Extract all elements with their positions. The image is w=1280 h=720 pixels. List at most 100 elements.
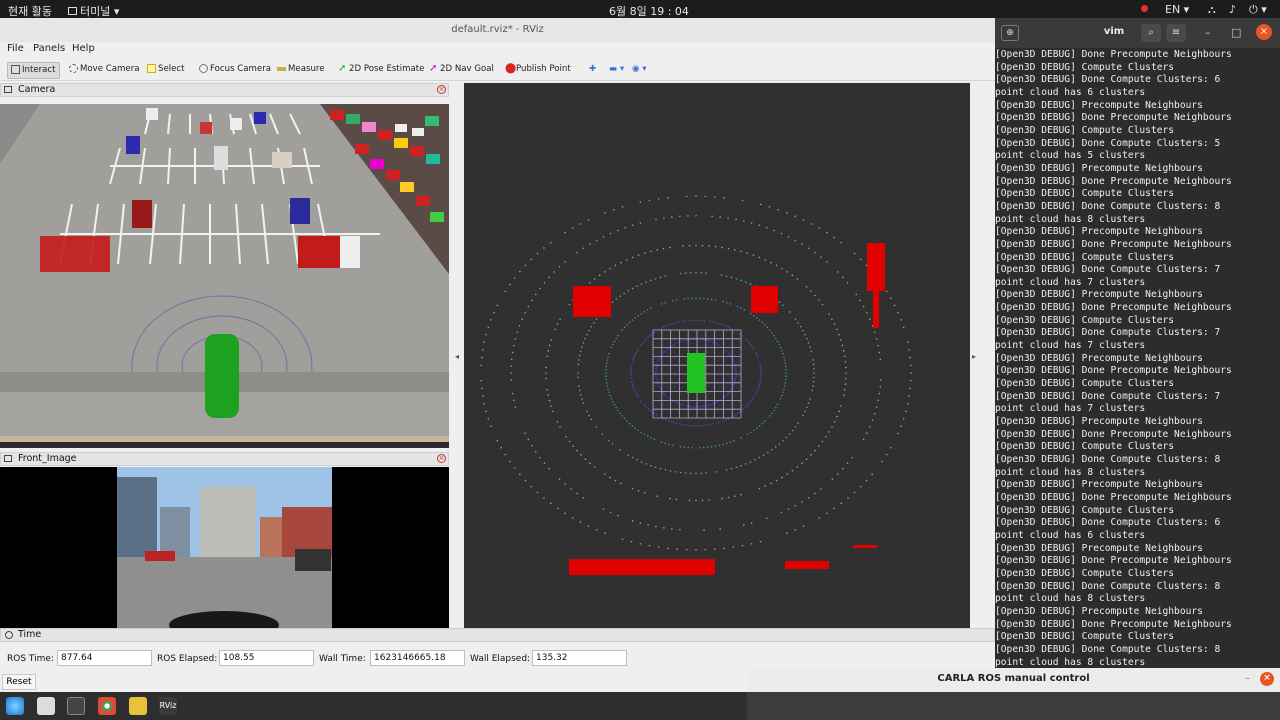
focus-camera-tool[interactable]: Focus Camera [196, 62, 274, 79]
ros-elapsed-field[interactable]: 108.55 [219, 650, 314, 666]
clock[interactable]: 6월 8일 19 : 04 [609, 3, 689, 19]
language-indicator[interactable]: EN ▾ [1165, 3, 1189, 16]
volume-icon[interactable]: ♪ [1229, 3, 1236, 16]
lidar-point [897, 433, 899, 435]
menu-file[interactable]: File [7, 43, 24, 54]
lidar-point [711, 446, 713, 448]
files-icon[interactable] [37, 697, 55, 715]
lidar-point [649, 200, 651, 202]
lidar-point [847, 497, 849, 499]
lidar-point [894, 305, 896, 307]
remove-tool-icon[interactable]: ▬ ▾ [606, 62, 627, 79]
terminal-line: [Open3D DEBUG] Done Compute Clusters: 6 [995, 517, 1280, 530]
close-icon[interactable]: × [1256, 24, 1272, 40]
lidar-point [725, 395, 727, 397]
terminal-line: [Open3D DEBUG] Compute Clusters [995, 252, 1280, 265]
chrome-icon[interactable] [98, 697, 116, 715]
lidar-point [611, 398, 613, 400]
terminal-output[interactable]: [Open3D DEBUG] Done Precompute Neighbour… [995, 49, 1280, 668]
lidar-point [842, 345, 844, 347]
minimize-icon[interactable]: – [1205, 26, 1211, 39]
nav-goal-tool[interactable]: ➚ 2D Nav Goal [426, 62, 497, 79]
lidar-point [585, 458, 587, 460]
lidar-point [544, 462, 546, 464]
lidar-point [714, 548, 716, 550]
terminal-line: [Open3D DEBUG] Precompute Neighbours [995, 226, 1280, 239]
terminal-taskbar-icon[interactable] [67, 697, 85, 715]
lidar-point [778, 344, 780, 346]
publish-point-tool[interactable]: ⬤Publish Point [502, 62, 574, 79]
hamburger-menu-icon[interactable]: ≡ [1166, 24, 1186, 42]
lidar-point [866, 312, 868, 314]
lidar-point [797, 422, 799, 424]
camera-panel-close-icon[interactable]: × [437, 85, 446, 94]
left-splitter-arrow[interactable]: ◂ [455, 352, 459, 361]
carla-close-icon[interactable]: × [1260, 672, 1274, 686]
terminal-line: [Open3D DEBUG] Precompute Neighbours [995, 416, 1280, 429]
lidar-point [645, 338, 647, 340]
lidar-point [760, 368, 762, 370]
carla-window-titlebar[interactable]: CARLA ROS manual control – × [747, 668, 1280, 692]
lidar-point [604, 212, 606, 214]
tool-options-icon[interactable]: ◉ ▾ [629, 62, 650, 79]
lidar-point [698, 320, 700, 322]
lidar-point [792, 470, 794, 472]
terminal-app-menu[interactable]: 터미널 ▾ [68, 3, 119, 19]
maximize-icon[interactable]: □ [1231, 26, 1241, 39]
move-camera-tool[interactable]: Move Camera [66, 62, 143, 79]
menu-bar: File Panels Help [0, 42, 995, 58]
lidar-point [703, 447, 705, 449]
3d-viewport[interactable] [464, 83, 970, 628]
power-icon[interactable]: ⏻ ▾ [1249, 3, 1267, 17]
lidar-point [613, 209, 615, 211]
terminal-line: [Open3D DEBUG] Done Precompute Neighbour… [995, 429, 1280, 442]
lidar-point [680, 404, 682, 406]
menu-panels[interactable]: Panels [33, 43, 65, 54]
lidar-point [712, 321, 714, 323]
lidar-point [903, 326, 905, 328]
lidar-point [715, 322, 717, 324]
lidar-point [665, 325, 667, 327]
lidar-point [747, 404, 749, 406]
lidar-point [550, 503, 552, 505]
lidar-point [559, 478, 561, 480]
wall-elapsed-field[interactable]: 135.32 [532, 650, 627, 666]
lidar-point [743, 408, 745, 410]
front-panel-close-icon[interactable]: × [437, 454, 446, 463]
measure-tool[interactable]: Measure [274, 62, 328, 79]
lidar-point [647, 337, 649, 339]
add-tool-icon[interactable]: ✚ [586, 62, 599, 79]
reset-button[interactable]: Reset [2, 674, 36, 690]
lidar-point [607, 388, 609, 390]
rviz-taskbar-icon[interactable]: RViz [159, 697, 177, 715]
lidar-point [769, 329, 771, 331]
camera-view[interactable] [0, 104, 449, 448]
lidar-point [717, 323, 719, 325]
lidar-point [605, 369, 607, 371]
search-icon[interactable]: ⌕ [1141, 24, 1161, 42]
select-tool[interactable]: Select [144, 62, 188, 79]
terminal-line: [Open3D DEBUG] Precompute Neighbours [995, 479, 1280, 492]
lidar-point [654, 439, 656, 441]
pose-estimate-tool[interactable]: ➚ 2D Pose Estimate [335, 62, 427, 79]
lidar-point [717, 344, 719, 346]
python-icon[interactable] [129, 697, 147, 715]
menu-help[interactable]: Help [72, 43, 95, 54]
browser-icon[interactable] [6, 697, 24, 715]
lidar-point [691, 297, 693, 299]
lidar-point [718, 344, 720, 346]
lidar-point [655, 369, 657, 371]
lidar-point [521, 318, 523, 320]
interact-tool[interactable]: Interact [7, 62, 60, 79]
front-image-view[interactable] [0, 467, 449, 628]
ros-time-field[interactable]: 877.64 [57, 650, 152, 666]
wall-time-field[interactable]: 1623146665.18 [370, 650, 465, 666]
right-splitter-arrow[interactable]: ▸ [972, 352, 976, 361]
carla-minimize-icon[interactable]: – [1245, 668, 1250, 690]
lidar-point [685, 272, 687, 274]
network-icon[interactable]: ⛬ [1208, 3, 1216, 17]
activities-button[interactable]: 현재 활동 [8, 3, 52, 19]
lidar-point [843, 394, 845, 396]
lidar-point [740, 465, 742, 467]
recording-icon[interactable] [1141, 5, 1148, 12]
